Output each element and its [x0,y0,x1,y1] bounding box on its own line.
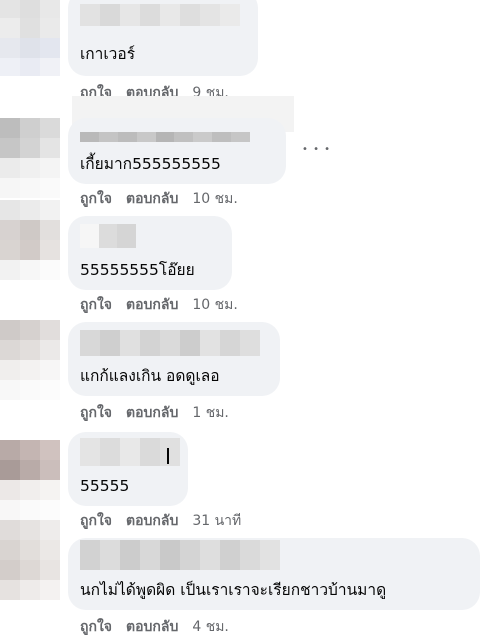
like-button[interactable]: ถูกใจ [80,403,112,423]
comment-text: 55555555โอ๊ยย [80,261,195,279]
comment-time[interactable]: 10 ชม. [192,295,237,315]
comment-time[interactable]: 31 นาที [192,511,241,531]
commenter-name-redacted[interactable] [80,4,240,26]
comment-time[interactable]: 9 ชม. [192,83,229,96]
comment-text: 55555 [80,477,130,495]
comment-actions: ถูกใจ ตอบกลับ 4 ชม. [80,617,243,637]
avatar[interactable] [0,200,62,280]
comment-text: นกไม่ได้พูดผิด เป็นเราเราจะเรียกชาวบ้านม… [80,581,387,599]
reply-button[interactable]: ตอบกลับ [126,83,178,96]
comment-text: แกก้แลงเกิน อดดูเลอ [80,367,220,385]
comment-bubble: เกี้ยมาก555555555 [68,118,286,184]
reply-button[interactable]: ตอบกลับ [126,617,178,637]
comment-time[interactable]: 10 ชม. [192,189,237,209]
like-button[interactable]: ถูกใจ [80,189,112,209]
avatar[interactable] [0,118,62,200]
like-button[interactable]: ถูกใจ [80,83,112,96]
reply-button[interactable]: ตอบกลับ [126,403,178,423]
reply-button[interactable]: ตอบกลับ [126,295,178,315]
comment-bubble: 55555555โอ๊ยย [68,216,232,290]
comment-time[interactable]: 4 ชม. [192,617,229,637]
comment-bubble: นกไม่ได้พูดผิด เป็นเราเราจะเรียกชาวบ้านม… [68,538,480,610]
avatar[interactable] [0,320,62,400]
avatar[interactable] [0,440,62,520]
comment-text: เกาเวอร์ [80,45,136,63]
comment-bubble: แกก้แลงเกิน อดดูเลอ [68,322,280,396]
comment-actions: ถูกใจ ตอบกลับ 10 ชม. [80,189,252,209]
commenter-name-redacted[interactable] [80,224,136,248]
like-button[interactable]: ถูกใจ [80,617,112,637]
avatar[interactable] [0,520,62,608]
like-button[interactable]: ถูกใจ [80,295,112,315]
comment-actions: ถูกใจ ตอบกลับ 1 ชม. [80,403,243,423]
commenter-name-redacted[interactable] [80,330,262,356]
comment-actions: ถูกใจ ตอบกลับ 31 นาที [80,511,255,531]
commenter-name-redacted[interactable] [80,540,280,570]
avatar[interactable] [0,0,62,76]
comment-actions: ถูกใจ ตอบกลับ 9 ชม. [80,83,243,96]
comment-bubble: 55555 [68,432,188,506]
comment-actions: ถูกใจ ตอบกลับ 10 ชม. [80,295,252,315]
like-button[interactable]: ถูกใจ [80,511,112,531]
more-options-icon[interactable]: • • • [302,142,331,158]
reply-button[interactable]: ตอบกลับ [126,511,178,531]
commenter-name-redacted[interactable] [80,132,250,142]
comment-text: เกี้ยมาก555555555 [80,155,221,173]
reply-button[interactable]: ตอบกลับ [126,189,178,209]
comment-bubble: เกาเวอร์ [68,0,258,76]
text-cursor [167,448,169,464]
comment-time[interactable]: 1 ชม. [192,403,229,423]
